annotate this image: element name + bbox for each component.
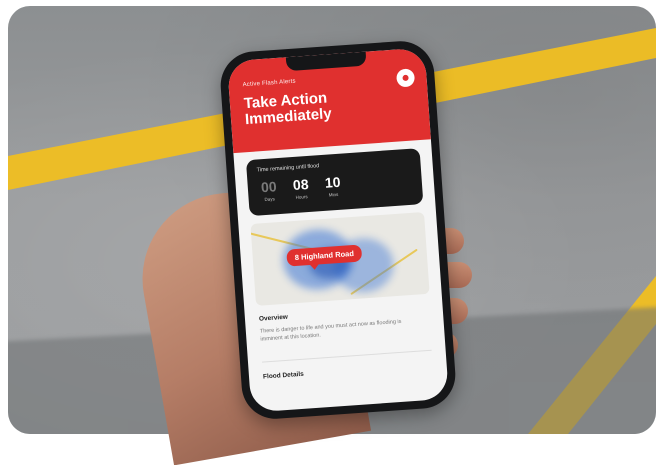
countdown-hours: 08 Hours [289, 176, 313, 200]
phone: Active Flash Alerts Take Action Immediat… [218, 38, 458, 422]
countdown-days: 00 Days [257, 178, 281, 202]
share-icon[interactable] [395, 68, 416, 88]
overview-heading: Overview [258, 313, 289, 323]
section-divider [261, 349, 432, 363]
countdown-label: Time remaining until flood [256, 163, 320, 174]
overview-body: There is danger to life and you must act… [259, 318, 402, 343]
countdown-hours-value: 08 [292, 175, 310, 194]
countdown-units: 00 Days 08 Hours 10 Mins [257, 174, 344, 203]
flood-details-heading[interactable]: Flood Details [263, 371, 304, 381]
alert-title: Take Action Immediately [243, 89, 333, 129]
countdown-mins-label: Mins [328, 191, 339, 198]
countdown-card: Time remaining until flood 00 Days 08 Ho… [245, 148, 424, 217]
alert-subtitle: Active Flash Alerts [242, 78, 296, 89]
phone-screen: Active Flash Alerts Take Action Immediat… [226, 47, 450, 413]
countdown-mins: 10 Mins [321, 174, 345, 198]
countdown-mins-value: 10 [324, 173, 341, 191]
countdown-hours-label: Hours [295, 194, 308, 200]
flood-map[interactable]: 8 Highland Road [250, 211, 430, 306]
countdown-days-value: 00 [260, 178, 278, 196]
countdown-days-label: Days [264, 196, 275, 203]
